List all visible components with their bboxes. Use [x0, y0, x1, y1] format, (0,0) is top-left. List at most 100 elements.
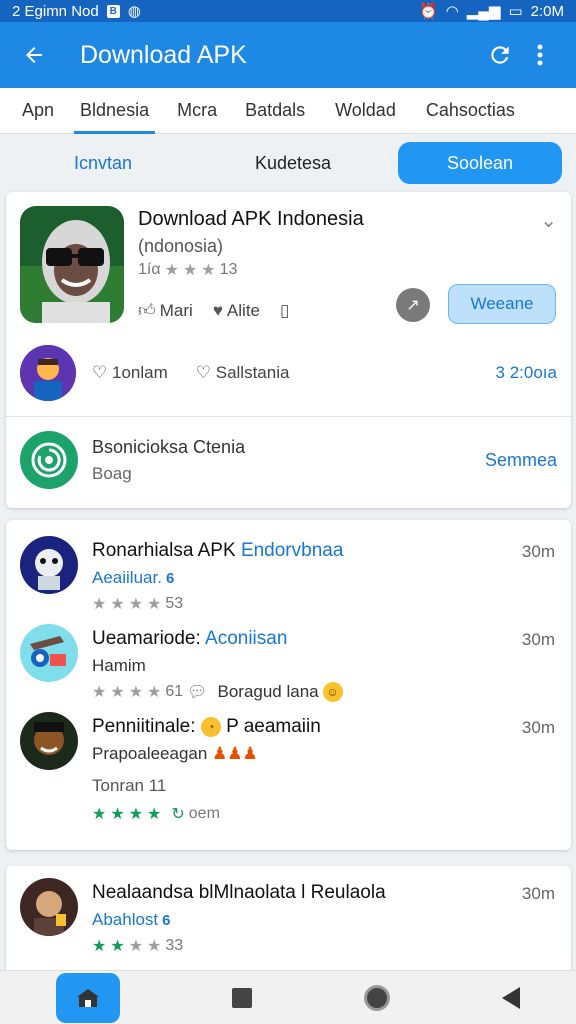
app-meta-row: ♡ 1onlam ♡ Sallstania 3 2:0oıa	[20, 344, 557, 402]
app-bar: Download APK	[0, 22, 576, 88]
thumbs-up-icon[interactable]: ▯	[280, 301, 293, 321]
review-rating-text: oem	[188, 805, 220, 822]
app-subtitle: (ndonosia)	[138, 236, 224, 256]
tab-cahsoctias[interactable]: Cahsoctias	[416, 88, 525, 134]
star-icon: ★	[128, 938, 144, 955]
star-icon: ★	[128, 684, 144, 701]
status-time-left: 2 Egimn Nod	[12, 2, 99, 20]
chevron-down-icon[interactable]: ⌄	[540, 208, 557, 233]
smile-emoji-icon: ☺	[322, 682, 343, 702]
reviewer-name-accent: Endorvbnaa	[240, 540, 344, 561]
divider	[6, 416, 571, 417]
app-title: Download APK Indonesia	[138, 208, 364, 230]
review-item[interactable]: Ueamariode: Aconiisan 30m Hamim ★ ★ ★ ★ …	[20, 624, 557, 704]
page-title: Download APK	[80, 40, 247, 69]
segment-left[interactable]: Icnvtan	[18, 142, 188, 184]
status-bar: 2 Egimn Nod B ◍ ⏰ ◠ ▂▄▆ ▭ 2:0M	[0, 0, 576, 22]
meta-item-1-label: 1onlam	[111, 363, 168, 382]
meta-item-1[interactable]: ♡ 1onlam	[92, 363, 168, 383]
star-icon: ★	[182, 262, 198, 279]
back-arrow-icon[interactable]	[16, 37, 52, 73]
reviewer-handle: Prapoaleeagan ♟♟♟	[92, 744, 258, 764]
primary-action-button[interactable]: Weeane	[448, 284, 556, 324]
star-icon: ★	[164, 262, 179, 279]
action-alite-label: Alite	[226, 300, 260, 320]
verified-badge-icon: 6	[165, 570, 175, 587]
app-card: Download APK Indonesia (ndonosia) 1íα ★ …	[6, 192, 571, 508]
reviewer-name-text: Ronarhialsa APK	[92, 540, 236, 561]
star-icon: ★	[201, 262, 216, 279]
star-icon: ★	[128, 806, 144, 823]
refresh-icon[interactable]	[480, 35, 520, 75]
meta-right[interactable]: 3 2:0oıa	[496, 363, 557, 383]
source-link[interactable]: Semmea	[485, 450, 557, 471]
reviewer-handle-text: Abahlost	[92, 910, 159, 929]
refresh-circle-icon: ↻	[171, 806, 185, 823]
reviewer-avatar	[20, 536, 78, 594]
app-rating: 1íα ★ ★ ★ 13	[138, 260, 237, 280]
share-icon[interactable]: ↗	[396, 288, 430, 322]
segment-center[interactable]: Kudetesa	[193, 142, 393, 184]
system-nav-bar	[0, 970, 576, 1024]
signal-icon: ▂▄▆	[466, 3, 501, 20]
source-subtitle: Boag	[92, 463, 132, 483]
reviewer-name-text: Penniitinale:	[92, 716, 196, 737]
source-title: Bsonicioksa Ctenia	[92, 436, 246, 457]
review-rating: ★ ★ ★ ★ 53	[92, 594, 183, 614]
reviewer-avatar	[20, 878, 78, 936]
action-mari[interactable]: 👍︎ Mari	[138, 300, 193, 321]
tab-bar: Apn Bldnesia Mcra Batdals Woldad Cahsoct…	[0, 88, 576, 134]
reviewer-handle: Hamim	[92, 656, 146, 675]
star-icon: ★	[147, 938, 162, 955]
status-time-right: 2:0M	[530, 2, 564, 20]
tab-woldad[interactable]: Woldad	[325, 88, 406, 134]
review-time: 30m	[521, 718, 555, 737]
reviewer-name-tail: P aeamaiin	[226, 716, 321, 737]
verified-badge-icon: 6	[162, 912, 171, 929]
review-rating: ★ ★ ★ ★ ↻ oem	[92, 804, 220, 824]
star-icon: ★	[147, 806, 162, 823]
app-avatar	[20, 206, 124, 323]
reviewer-avatar	[20, 624, 78, 682]
action-alite[interactable]: ♥ Alite	[213, 301, 260, 321]
surprised-emoji-icon: ◔	[200, 716, 221, 737]
tab-batdals[interactable]: Batdals	[235, 88, 315, 134]
rating-suffix: 13	[219, 261, 238, 278]
heart-outline-icon: ♡	[92, 363, 108, 382]
comment-icon: 💬︎	[187, 684, 208, 701]
review-extra: Boragud lana	[217, 682, 319, 701]
heart-outline-icon: ♡	[195, 363, 211, 382]
reviewer-name: Ueamariode: Aconiisan	[92, 628, 287, 650]
home-circle-icon[interactable]	[364, 984, 390, 1011]
segment-right[interactable]: Soolean	[398, 142, 562, 184]
star-icon: ★	[110, 596, 125, 613]
reviews-card: Ronarhialsa APK Endorvbnaa 30m Aeaiiluar…	[6, 520, 571, 850]
review-rating: ★ ★ ★ ★ 33	[92, 936, 183, 956]
star-icon: ★	[110, 806, 125, 823]
more-vert-icon[interactable]	[520, 35, 560, 75]
star-icon: ★	[92, 938, 107, 955]
source-logo-icon	[20, 431, 78, 489]
tab-indonesia[interactable]: Bldnesia	[70, 88, 159, 134]
home-button[interactable]	[56, 972, 120, 1023]
app-actions: 👍︎ Mari ♥ Alite ▯	[138, 300, 293, 321]
like-icon: 👍︎	[138, 301, 156, 320]
alarm-icon: ⏰	[418, 3, 438, 20]
star-icon: ★	[128, 596, 144, 613]
review-item[interactable]: Penniitinale: ◔ P aeamaiin 30m Prapoalee…	[20, 712, 557, 842]
notification-icon: B	[106, 4, 120, 18]
tab-apn[interactable]: Apn	[12, 88, 64, 134]
segment-control: Icnvtan Kudetesa Soolean	[0, 140, 576, 186]
tab-mcra[interactable]: Mcra	[167, 88, 227, 134]
star-icon: ★	[110, 938, 125, 955]
review-time: 30m	[521, 630, 555, 649]
meta-item-2-label: Sallstania	[215, 363, 290, 382]
nav-back-icon[interactable]	[502, 986, 520, 1009]
reviewer-name: Penniitinale: ◔ P aeamaiin	[92, 716, 321, 738]
action-mari-label: Mari	[159, 301, 193, 320]
recents-square-icon[interactable]	[232, 987, 252, 1008]
review-item[interactable]: Nealaandsa blMlnaolata l Reulaola 30m Ab…	[20, 878, 557, 968]
review-item[interactable]: Ronarhialsa APK Endorvbnaa 30m Aeaiiluar…	[20, 536, 557, 616]
meta-item-2[interactable]: ♡ Sallstania	[196, 363, 290, 383]
reviewer-handle: Abahlost 6	[92, 910, 176, 930]
